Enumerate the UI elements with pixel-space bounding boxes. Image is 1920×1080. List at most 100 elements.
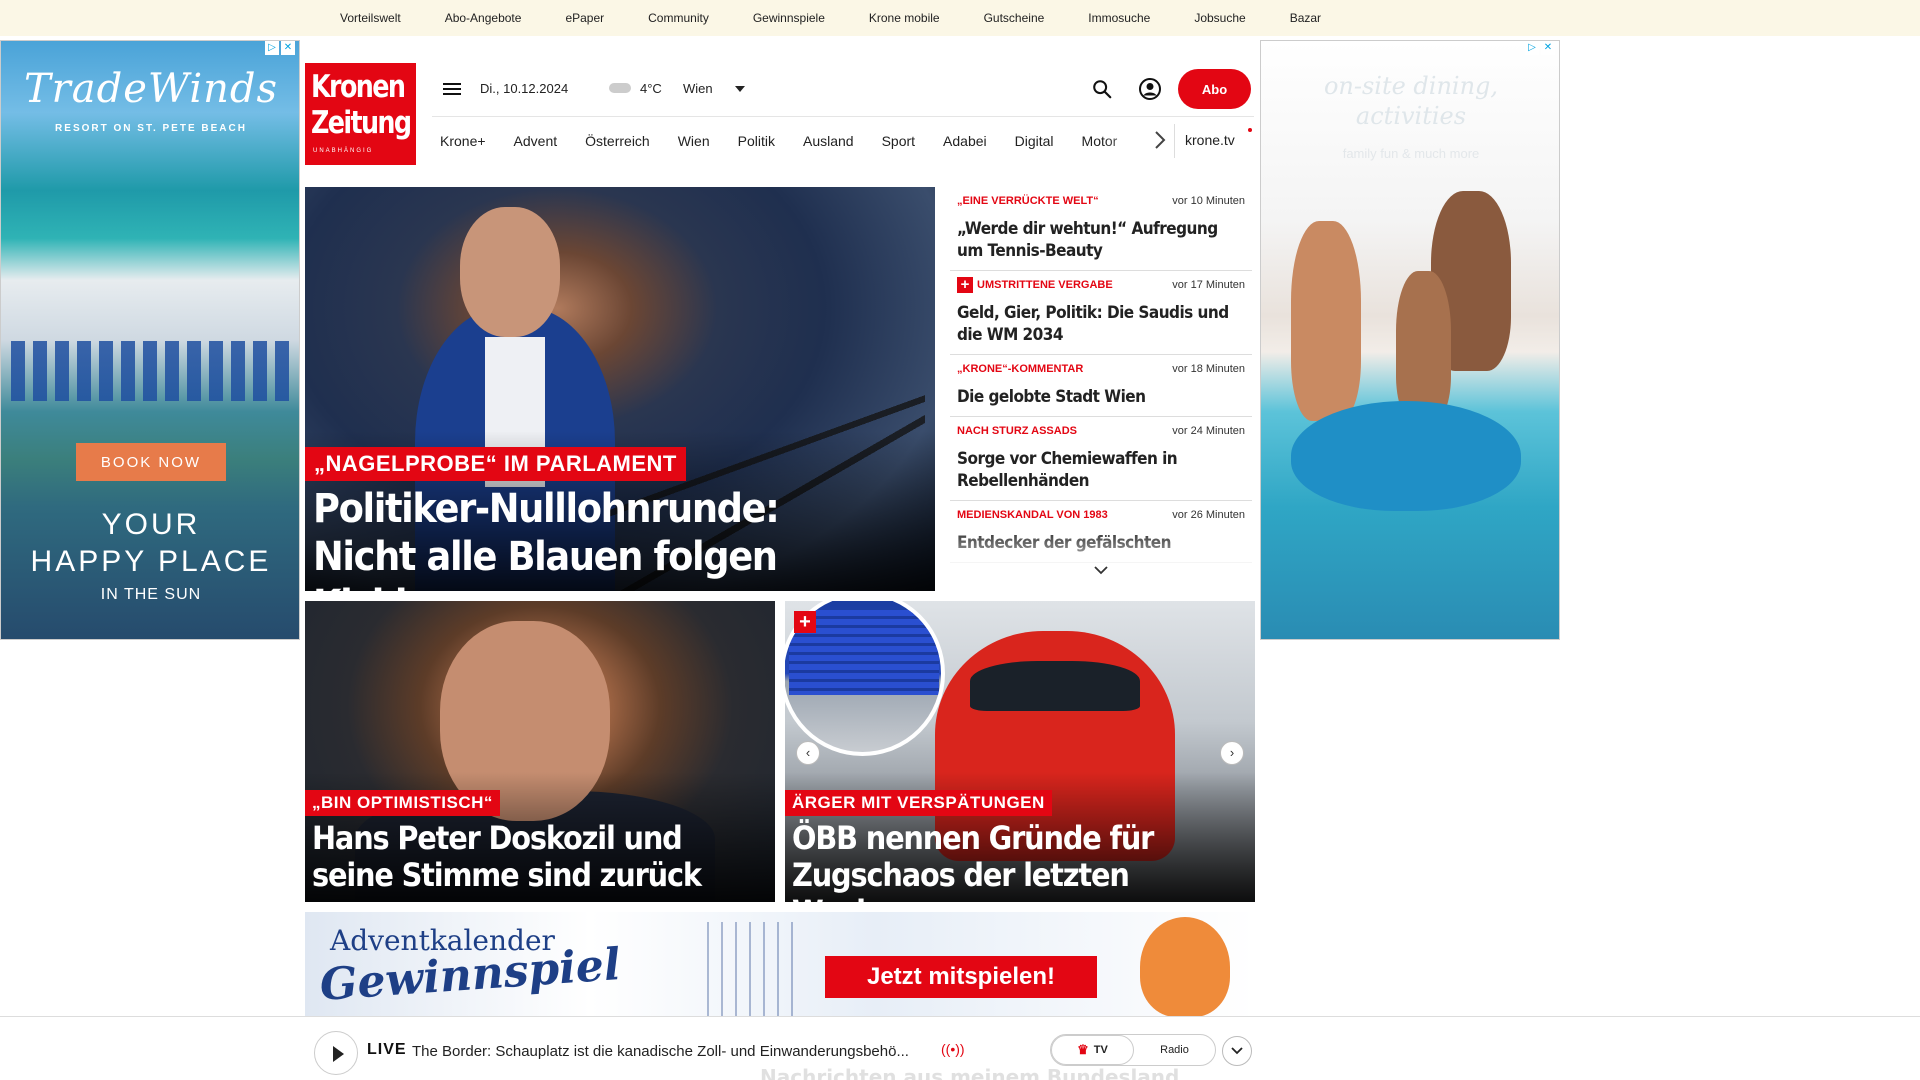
top-utility-link[interactable]: Immosuche: [1088, 11, 1150, 25]
fox-mascot-illustration: [1140, 917, 1230, 1017]
news-category-label: Medienskandal von 1983: [957, 509, 1108, 521]
ad-info-icon[interactable]: ▷: [265, 41, 279, 55]
hero-title: Politiker-Nulllohnrunde: Nicht alle Blau…: [313, 485, 874, 591]
news-headline[interactable]: Sorge vor Chemiewaffen in Rebellenhänden: [957, 448, 1245, 492]
top-utility-link[interactable]: Gewinnspiele: [753, 11, 825, 25]
card-title: ÖBB nennen Gründe für Zugschaos der letz…: [792, 820, 1215, 903]
top-utility-link[interactable]: Community: [648, 11, 709, 25]
play-icon: [333, 1046, 344, 1062]
ad-brand-logo: TradeWinds: [23, 66, 279, 112]
card-title-line: Zugschaos der letzten Wochen: [792, 856, 1130, 903]
ad-person-figure: [1396, 271, 1451, 421]
news-meta: „Krone“-Kommentar vor 18 Minuten: [957, 361, 1245, 377]
nav-item[interactable]: Krone+: [432, 133, 500, 149]
main-navigation: Krone+ Advent Österreich Wien Politik Ausland…: [432, 117, 1254, 165]
ad-person-figure: [1291, 221, 1361, 421]
slider-next-button[interactable]: ›: [1220, 741, 1244, 765]
nav-item[interactable]: Politik: [724, 133, 789, 149]
top-utility-link[interactable]: ePaper: [565, 11, 604, 25]
news-list-item[interactable]: + Umstrittene Vergabe vor 17 Minuten Geld, …: [950, 271, 1252, 355]
news-headline[interactable]: Die gelobte Stadt Wien: [957, 386, 1245, 408]
search-icon[interactable]: [1091, 78, 1113, 100]
advent-play-button[interactable]: Jetzt mitspielen!: [825, 956, 1097, 998]
caret-down-icon[interactable]: [735, 86, 745, 92]
radio-toggle-option[interactable]: Radio: [1134, 1035, 1215, 1065]
ad-right-skyscraper[interactable]: ▷ ✕ on-site dining, activities family fun…: [1260, 40, 1560, 640]
news-headline[interactable]: „Werde dir wehtun!“ Aufregung um Tennis-…: [957, 218, 1245, 262]
top-utility-link[interactable]: Jobsuche: [1194, 11, 1245, 25]
menu-icon[interactable]: [441, 80, 463, 98]
news-category: „Krone“-Kommentar: [957, 363, 1083, 375]
ad-slogan-line: HAPPY PLACE: [30, 545, 272, 578]
ad-slogan-sub: IN THE SUN: [100, 586, 202, 603]
chevron-down-icon[interactable]: [1093, 564, 1109, 576]
card-kicker: „BIN OPTIMISTISCH“: [305, 790, 500, 816]
top-utility-link[interactable]: Abo-Angebote: [445, 11, 522, 25]
chevron-right-icon[interactable]: [1153, 130, 1167, 150]
ad-left-skyscraper[interactable]: ▷ ✕ TradeWinds RESORT ON ST. PETE BEACH B…: [0, 40, 300, 640]
card-title-line: seine Stimme sind zurück: [312, 856, 702, 894]
top-utility-link[interactable]: Gutscheine: [984, 11, 1045, 25]
news-category: Nach Sturz Assads: [957, 425, 1077, 437]
news-list-item[interactable]: Nach Sturz Assads vor 24 Minuten Sorge vor…: [950, 417, 1252, 501]
logo-word-1: Kronen: [311, 69, 406, 105]
live-dot-icon: [1248, 128, 1252, 132]
advent-calendar-banner[interactable]: Adventkalender Gewinnspiel Jetzt mitspie…: [305, 912, 1255, 1020]
kronen-zeitung-logo[interactable]: Kronen Zeitung UNABHÄNGIG: [305, 63, 416, 165]
nav-item[interactable]: Österreich: [571, 133, 664, 149]
ad-info-icon[interactable]: ▷: [1525, 41, 1539, 55]
krone-tv-link[interactable]: krone.tv: [1185, 132, 1235, 148]
play-button[interactable]: [314, 1031, 358, 1075]
news-timestamp: vor 26 Minuten: [1172, 509, 1245, 521]
teaser-card[interactable]: „BIN OPTIMISTISCH“ Hans Peter Doskozil u…: [305, 601, 775, 902]
news-category-label: Nach Sturz Assads: [957, 425, 1077, 437]
krone-plus-icon: +: [957, 277, 973, 293]
ad-close-icon[interactable]: ✕: [281, 41, 295, 55]
tv-radio-toggle[interactable]: ♛ TV Radio: [1050, 1034, 1216, 1066]
ad-book-now-button[interactable]: BOOK NOW: [76, 443, 226, 481]
crown-icon: ♛: [1077, 1042, 1089, 1057]
news-timestamp: vor 10 Minuten: [1172, 195, 1245, 207]
ad-close-icon[interactable]: ✕: [1541, 41, 1555, 55]
broadcast-icon: ((•)): [941, 1041, 965, 1057]
nav-item[interactable]: Wien: [664, 133, 724, 149]
top-utility-link[interactable]: Vorteilswelt: [340, 11, 401, 25]
card-title: Hans Peter Doskozil und seine Stimme sin…: [312, 820, 735, 894]
ad-faint-line: on-site dining,: [1323, 72, 1499, 100]
live-program-title[interactable]: The Border: Schauplatz ist die kanadisch…: [412, 1043, 932, 1060]
nav-separator: [1174, 124, 1175, 158]
city-selector[interactable]: Wien: [683, 81, 713, 96]
abo-button[interactable]: Abo: [1178, 69, 1251, 109]
news-category: + Umstrittene Vergabe: [957, 277, 1113, 293]
ad-faint-line: activities: [1355, 102, 1467, 130]
news-headline[interactable]: Geld, Gier, Politik: Die Saudis und die …: [957, 302, 1245, 346]
hero-title-line: Politiker-Nulllohnrunde:: [313, 486, 780, 532]
news-list-item[interactable]: „Eine verrückte Welt“ vor 10 Minuten „Werd…: [950, 187, 1252, 271]
slider-prev-button[interactable]: ‹: [796, 741, 820, 765]
tv-toggle-option[interactable]: ♛ TV: [1051, 1035, 1134, 1065]
news-list-fade: [950, 527, 1252, 587]
ad-beach-umbrellas: [11, 341, 296, 401]
nav-item[interactable]: Adabei: [929, 133, 1001, 149]
top-utility-link[interactable]: Bazar: [1290, 11, 1321, 25]
teaser-card[interactable]: + ‹ › ÄRGER MIT VERSPÄTUNGEN ÖBB nennen …: [785, 601, 1255, 902]
ad-kayak: [1291, 401, 1521, 511]
ad-choices-badge[interactable]: ▷ ✕: [1525, 41, 1555, 57]
nav-item[interactable]: Ausland: [789, 133, 868, 149]
news-category: Medienskandal von 1983: [957, 509, 1108, 521]
nav-item[interactable]: Advent: [500, 133, 572, 149]
hero-title-line: Nicht alle Blauen folgen Kickl: [313, 534, 778, 591]
news-timestamp: vor 24 Minuten: [1172, 425, 1245, 437]
nav-item[interactable]: Digital: [1001, 133, 1068, 149]
player-expand-button[interactable]: [1222, 1036, 1252, 1066]
hero-article[interactable]: „NAGELPROBE“ IM PARLAMENT Politiker-Null…: [305, 187, 935, 591]
nav-item[interactable]: Sport: [868, 133, 929, 149]
top-utility-link[interactable]: Krone mobile: [869, 11, 940, 25]
news-meta: Medienskandal von 1983 vor 26 Minuten: [957, 507, 1245, 523]
news-list-item[interactable]: „Krone“-Kommentar vor 18 Minuten Die gelob…: [950, 355, 1252, 417]
news-category-label: „Krone“-Kommentar: [957, 363, 1084, 375]
ad-choices-badge[interactable]: ▷ ✕: [265, 41, 295, 57]
temperature: 4°C: [640, 81, 662, 96]
ad-slogan-line: YOUR: [101, 508, 201, 541]
user-account-icon[interactable]: [1138, 77, 1162, 101]
